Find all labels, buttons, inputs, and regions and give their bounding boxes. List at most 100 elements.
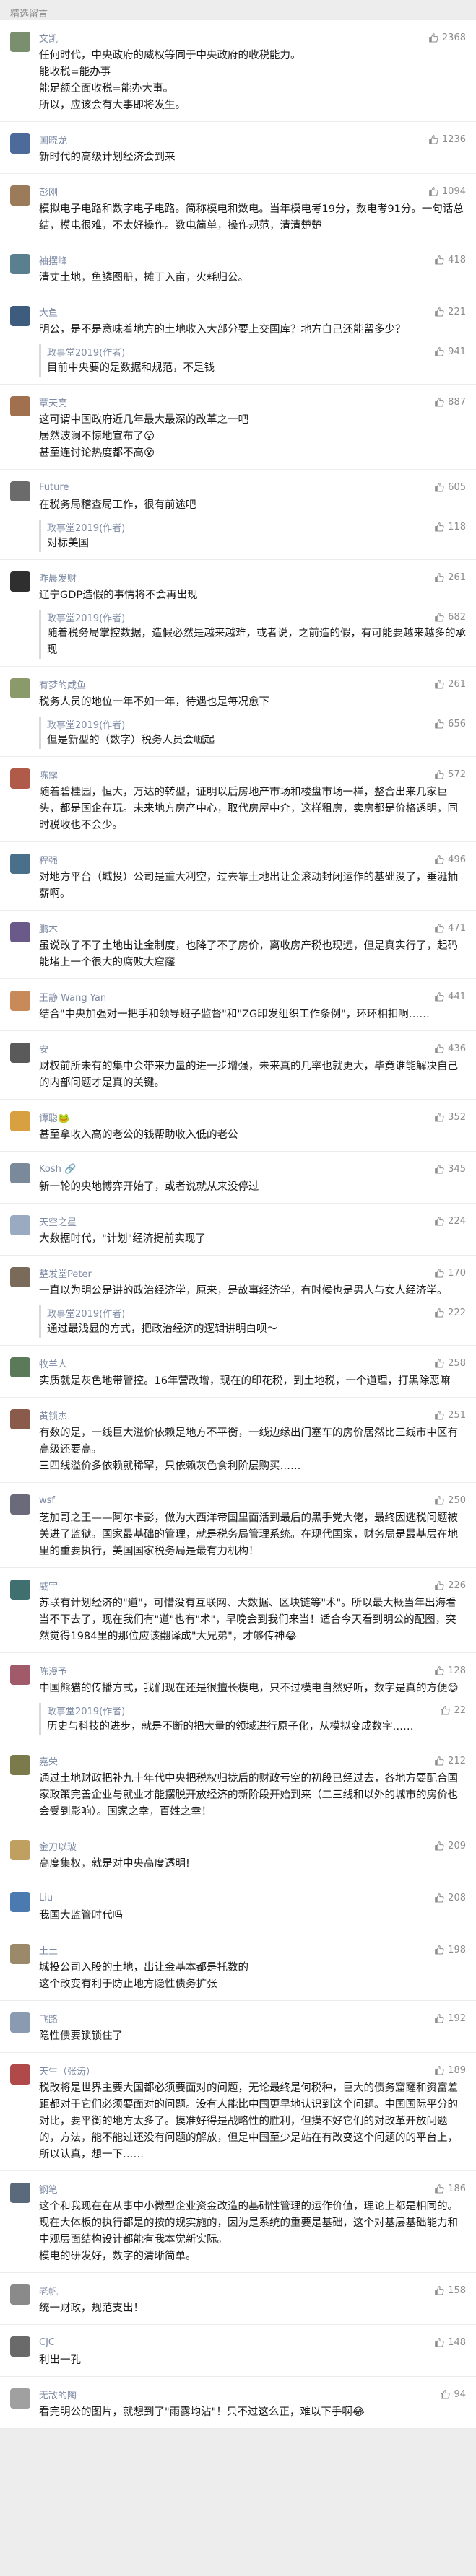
like-button[interactable]: 198 bbox=[434, 1945, 466, 1955]
commenter-name[interactable]: 覃天亮 bbox=[39, 395, 67, 409]
commenter-name[interactable]: 陈漫予 bbox=[39, 1664, 67, 1678]
reply-author-name[interactable]: 政事堂2019(作者) bbox=[47, 520, 125, 534]
like-button[interactable]: 2368 bbox=[428, 32, 466, 43]
commenter-name[interactable]: 威宇 bbox=[39, 1579, 58, 1593]
commenter-name[interactable]: 有梦的咸鱼 bbox=[39, 678, 86, 691]
like-button[interactable]: 209 bbox=[434, 1841, 466, 1852]
commenter-name[interactable]: 天空之星 bbox=[39, 1214, 77, 1228]
commenter-name[interactable]: 土土 bbox=[39, 1943, 58, 1957]
reply-author-name[interactable]: 政事堂2019(作者) bbox=[47, 717, 125, 731]
commenter-name[interactable]: 大鱼 bbox=[39, 305, 58, 319]
reply-like-button[interactable]: 656 bbox=[434, 719, 466, 730]
commenter-name[interactable]: 谭聪🐸 bbox=[39, 1110, 69, 1124]
avatar[interactable] bbox=[10, 2064, 30, 2085]
avatar[interactable] bbox=[10, 922, 30, 942]
avatar[interactable] bbox=[10, 1357, 30, 1377]
like-button[interactable]: 224 bbox=[434, 1216, 466, 1227]
avatar[interactable] bbox=[10, 1892, 30, 1912]
avatar[interactable] bbox=[10, 1755, 30, 1775]
avatar[interactable] bbox=[10, 185, 30, 206]
like-button[interactable]: 192 bbox=[434, 2013, 466, 2024]
avatar[interactable] bbox=[10, 133, 30, 154]
like-button[interactable]: 251 bbox=[434, 1410, 466, 1421]
commenter-name[interactable]: 牧羊人 bbox=[39, 1357, 67, 1370]
avatar[interactable] bbox=[10, 1840, 30, 1860]
avatar[interactable] bbox=[10, 991, 30, 1011]
like-button[interactable]: 418 bbox=[434, 255, 466, 266]
avatar[interactable] bbox=[10, 678, 30, 698]
avatar[interactable] bbox=[10, 1944, 30, 1964]
reply-author-name[interactable]: 政事堂2019(作者) bbox=[47, 610, 125, 624]
commenter-name[interactable]: 鹏木 bbox=[39, 921, 58, 935]
avatar[interactable] bbox=[10, 1409, 30, 1429]
like-button[interactable]: 441 bbox=[434, 991, 466, 1002]
like-button[interactable]: 158 bbox=[434, 2285, 466, 2296]
reply-like-button[interactable]: 118 bbox=[434, 522, 466, 533]
commenter-name[interactable]: 文凯 bbox=[39, 31, 58, 45]
reply-like-button[interactable]: 22 bbox=[440, 1705, 466, 1716]
like-button[interactable]: 605 bbox=[434, 482, 466, 493]
commenter-name[interactable]: 王静 Wang Yan bbox=[39, 990, 106, 1004]
commenter-name[interactable]: 金刀以玻 bbox=[39, 1839, 77, 1853]
reply-like-button[interactable]: 222 bbox=[434, 1307, 466, 1318]
avatar[interactable] bbox=[10, 1111, 30, 1131]
avatar[interactable] bbox=[10, 1665, 30, 1685]
commenter-name[interactable]: Liu bbox=[39, 1893, 53, 1903]
commenter-name[interactable]: 陈露 bbox=[39, 768, 58, 781]
like-button[interactable]: 221 bbox=[434, 307, 466, 317]
reply-author-name[interactable]: 政事堂2019(作者) bbox=[47, 1306, 125, 1320]
commenter-name[interactable]: 安 bbox=[39, 1042, 48, 1056]
commenter-name[interactable]: 黄锁杰 bbox=[39, 1409, 67, 1422]
avatar[interactable] bbox=[10, 1494, 30, 1515]
commenter-name[interactable]: 天生（张涛） bbox=[39, 2064, 95, 2077]
like-button[interactable]: 226 bbox=[434, 1580, 466, 1591]
like-button[interactable]: 250 bbox=[434, 1495, 466, 1506]
commenter-name[interactable]: 昨晨发财 bbox=[39, 571, 77, 584]
avatar[interactable] bbox=[10, 2284, 30, 2305]
like-button[interactable]: 148 bbox=[434, 2337, 466, 2348]
avatar[interactable] bbox=[10, 481, 30, 501]
like-button[interactable]: 436 bbox=[434, 1043, 466, 1054]
like-button[interactable]: 261 bbox=[434, 572, 466, 583]
avatar[interactable] bbox=[10, 1215, 30, 1235]
like-button[interactable]: 208 bbox=[434, 1893, 466, 1903]
commenter-name[interactable]: 整发堂Peter bbox=[39, 1266, 92, 1280]
like-button[interactable]: 212 bbox=[434, 1756, 466, 1766]
commenter-name[interactable]: 无敌的陶 bbox=[39, 2388, 77, 2401]
avatar[interactable] bbox=[10, 2012, 30, 2033]
avatar[interactable] bbox=[10, 254, 30, 274]
avatar[interactable] bbox=[10, 1043, 30, 1063]
avatar[interactable] bbox=[10, 1267, 30, 1287]
like-button[interactable]: 186 bbox=[434, 2183, 466, 2194]
commenter-name[interactable]: 老帆 bbox=[39, 2284, 58, 2297]
avatar[interactable] bbox=[10, 2388, 30, 2409]
avatar[interactable] bbox=[10, 854, 30, 874]
avatar[interactable] bbox=[10, 2183, 30, 2203]
like-button[interactable]: 170 bbox=[434, 1268, 466, 1279]
avatar[interactable] bbox=[10, 396, 30, 416]
like-button[interactable]: 1094 bbox=[428, 186, 466, 197]
avatar[interactable] bbox=[10, 306, 30, 326]
like-button[interactable]: 189 bbox=[434, 2065, 466, 2076]
avatar[interactable] bbox=[10, 32, 30, 52]
commenter-name[interactable]: 飞路 bbox=[39, 2012, 58, 2025]
reply-like-button[interactable]: 682 bbox=[434, 612, 466, 623]
commenter-name[interactable]: 钢笔 bbox=[39, 2182, 58, 2196]
avatar[interactable] bbox=[10, 571, 30, 592]
like-button[interactable]: 258 bbox=[434, 1358, 466, 1369]
like-button[interactable]: 572 bbox=[434, 769, 466, 780]
avatar[interactable] bbox=[10, 768, 30, 789]
commenter-name[interactable]: Kosh 🔗 bbox=[39, 1164, 76, 1175]
like-button[interactable]: 94 bbox=[440, 2389, 466, 2400]
like-button[interactable]: 1236 bbox=[428, 134, 466, 145]
commenter-name[interactable]: 国晓龙 bbox=[39, 133, 67, 146]
like-button[interactable]: 352 bbox=[434, 1112, 466, 1123]
avatar[interactable] bbox=[10, 1580, 30, 1600]
commenter-name[interactable]: 袖摆峰 bbox=[39, 253, 67, 267]
reply-author-name[interactable]: 政事堂2019(作者) bbox=[47, 1704, 125, 1717]
avatar[interactable] bbox=[10, 1163, 30, 1183]
commenter-name[interactable]: 嘉荣 bbox=[39, 1754, 58, 1768]
commenter-name[interactable]: wsf bbox=[39, 1495, 55, 1506]
like-button[interactable]: 496 bbox=[434, 854, 466, 865]
like-button[interactable]: 261 bbox=[434, 679, 466, 690]
